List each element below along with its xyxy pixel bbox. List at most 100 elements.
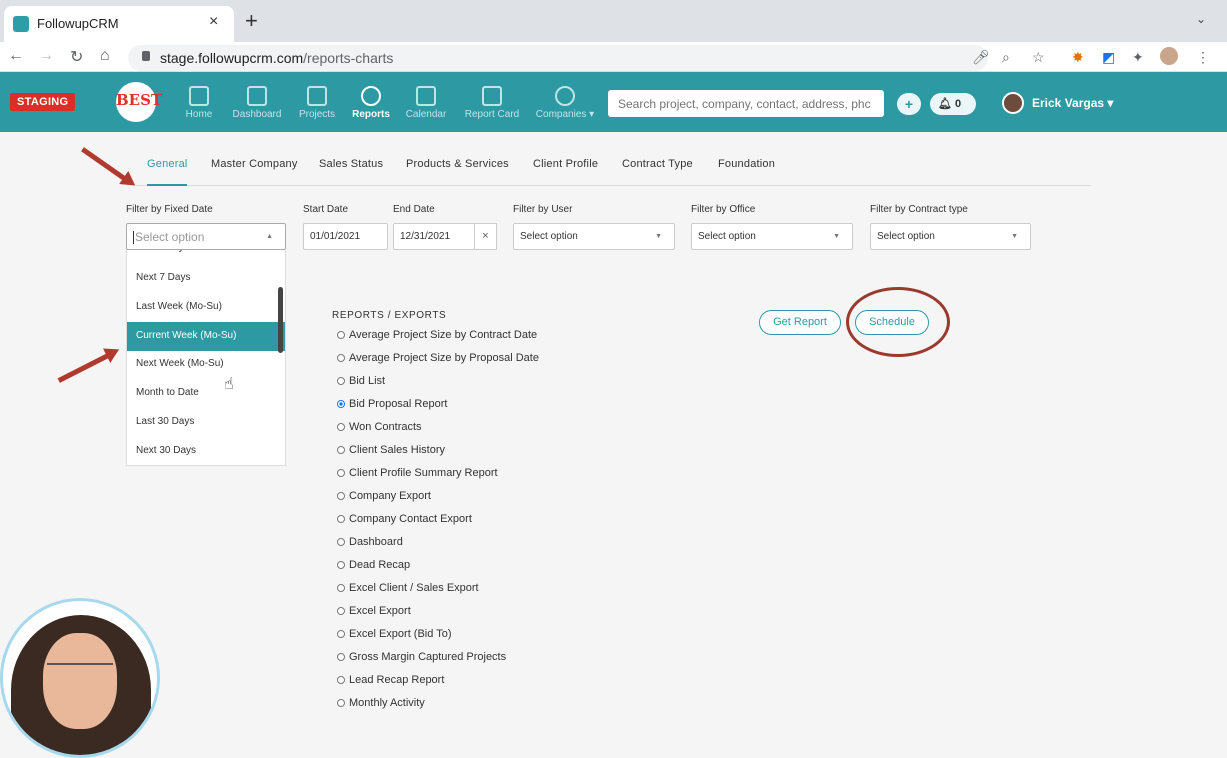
dropdown-option[interactable]: Last 30 Days (127, 408, 285, 437)
radio-button[interactable] (337, 676, 345, 684)
tab-search-icon[interactable]: ⌄ (1196, 12, 1206, 26)
dropdown-option[interactable]: Next 7 Days (127, 264, 285, 293)
radio-button[interactable] (337, 699, 345, 707)
nav-companies[interactable]: Companies ▾ (533, 86, 597, 120)
report-option[interactable]: Dashboard (337, 536, 403, 548)
tab-general[interactable]: General (147, 158, 188, 170)
browser-tab[interactable]: FollowupCRM × (4, 6, 234, 42)
menu-dots-icon[interactable]: ⋮ (1196, 49, 1210, 66)
report-option[interactable]: Gross Margin Captured Projects (337, 651, 506, 663)
bookmark-star-icon[interactable]: ☆ (1032, 49, 1045, 66)
dropdown-option[interactable]: Next 30 Days (127, 437, 285, 465)
tab-close-icon[interactable]: × (209, 13, 218, 31)
radio-button[interactable] (337, 492, 345, 500)
dropdown-option[interactable]: Last 7 Days (127, 250, 285, 263)
puzzle-icon[interactable]: ✦ (1132, 49, 1144, 66)
radio-button[interactable] (337, 446, 345, 454)
reload-icon[interactable]: ↻ (70, 47, 83, 67)
end-date-field[interactable]: 12/31/2021 (393, 223, 475, 250)
radio-button[interactable] (337, 561, 345, 569)
radio-button[interactable] (337, 400, 345, 408)
radio-button[interactable] (337, 538, 345, 546)
nav-home[interactable]: Home (182, 86, 216, 120)
company-logo[interactable]: BEST (116, 82, 162, 122)
tab-foundation[interactable]: Foundation (718, 158, 775, 170)
tab-sales-status[interactable]: Sales Status (319, 158, 383, 170)
nav-dashboard[interactable]: Dashboard (229, 86, 285, 120)
report-option[interactable]: Dead Recap (337, 559, 410, 571)
dropdown-option[interactable]: Next Week (Mo-Su) (127, 350, 285, 379)
radio-button[interactable] (337, 515, 345, 523)
search-input[interactable] (608, 90, 884, 117)
radio-button[interactable] (337, 584, 345, 592)
target-icon (361, 86, 381, 106)
notifications-count: 0 (955, 98, 962, 110)
report-option[interactable]: Bid Proposal Report (337, 398, 447, 410)
zoom-icon[interactable]: ⌕ (1002, 49, 1010, 66)
report-option[interactable]: Company Export (337, 490, 431, 502)
dropdown-option-highlighted[interactable]: Current Week (Mo-Su) (127, 322, 285, 351)
radio-button[interactable] (337, 469, 345, 477)
new-tab-button[interactable]: + (245, 8, 258, 34)
get-report-button[interactable]: Get Report (759, 310, 841, 335)
chevron-up-icon: ▲ (266, 233, 273, 240)
nav-calendar[interactable]: Calendar (403, 86, 449, 120)
add-button[interactable]: + (897, 93, 921, 115)
report-option[interactable]: Average Project Size by Proposal Date (337, 352, 539, 364)
report-option-label: Average Project Size by Contract Date (349, 329, 538, 341)
report-option[interactable]: Excel Export (Bid To) (337, 628, 452, 640)
tab-contract-type[interactable]: Contract Type (622, 158, 693, 170)
clear-date-button[interactable]: × (474, 223, 497, 250)
nav-report-card[interactable]: Report Card (461, 86, 523, 120)
report-option[interactable]: Client Profile Summary Report (337, 467, 498, 479)
extension-icon[interactable]: ◩ (1102, 49, 1115, 66)
report-option[interactable]: Client Sales History (337, 444, 445, 456)
report-option[interactable]: Company Contact Export (337, 513, 472, 525)
contract-filter-select[interactable]: Select option ▼ (870, 223, 1031, 250)
url-field[interactable]: stage.followupcrm.com/reports-charts (128, 45, 988, 71)
notifications-button[interactable]: 🔔︎ 0 (930, 93, 976, 115)
nav-projects[interactable]: Projects (296, 86, 338, 120)
radio-button[interactable] (337, 630, 345, 638)
forward-icon[interactable]: → (38, 47, 54, 65)
report-option[interactable]: Average Project Size by Contract Date (337, 329, 537, 341)
report-option[interactable]: Monthly Activity (337, 697, 425, 709)
radio-button[interactable] (337, 377, 345, 385)
radio-button[interactable] (337, 331, 345, 339)
report-option[interactable]: Bid List (337, 375, 385, 387)
radio-button[interactable] (337, 607, 345, 615)
report-option[interactable]: Excel Export (337, 605, 411, 617)
dashboard-icon (247, 86, 267, 106)
user-avatar[interactable] (1002, 92, 1024, 114)
dropdown-scrollbar[interactable] (278, 287, 283, 353)
back-icon[interactable]: ← (8, 47, 24, 65)
microphone-icon[interactable]: 🎤︎ (972, 49, 990, 66)
user-filter-select[interactable]: Select option ▼ (513, 223, 675, 250)
annotation-arrow (57, 350, 116, 383)
tab-master-company[interactable]: Master Company (211, 158, 298, 170)
lock-icon (142, 51, 150, 61)
hand-pointer-icon: ☝︎ (224, 376, 234, 393)
report-option[interactable]: Lead Recap Report (337, 674, 444, 686)
dropdown-option[interactable]: Month to Date (127, 379, 285, 408)
radio-button[interactable] (337, 653, 345, 661)
tab-products-services[interactable]: Products & Services (406, 158, 509, 170)
report-option[interactable]: Excel Client / Sales Export (337, 582, 479, 594)
extension-icon[interactable]: ✸ (1072, 49, 1084, 66)
start-date-field[interactable]: 01/01/2021 (303, 223, 388, 250)
office-filter-value: Select option (698, 231, 756, 242)
report-option[interactable]: Won Contracts (337, 421, 422, 433)
radio-button[interactable] (337, 354, 345, 362)
nav-reports[interactable]: Reports (350, 86, 392, 120)
fixed-date-select[interactable]: Select option ▲ (126, 223, 286, 250)
home-icon[interactable]: ⌂ (100, 47, 110, 65)
fixed-date-label: Filter by Fixed Date (126, 204, 213, 215)
radio-button[interactable] (337, 423, 345, 431)
office-filter-select[interactable]: Select option ▼ (691, 223, 853, 250)
profile-avatar-icon[interactable] (1160, 47, 1178, 65)
tab-client-profile[interactable]: Client Profile (533, 158, 598, 170)
report-option-label: Client Sales History (349, 444, 445, 456)
user-menu[interactable]: Erick Vargas ▾ (1032, 96, 1113, 110)
dropdown-option[interactable]: Last Week (Mo-Su) (127, 293, 285, 322)
fixed-date-dropdown[interactable]: Last 7 Days Next 7 Days Last Week (Mo-Su… (126, 250, 286, 466)
